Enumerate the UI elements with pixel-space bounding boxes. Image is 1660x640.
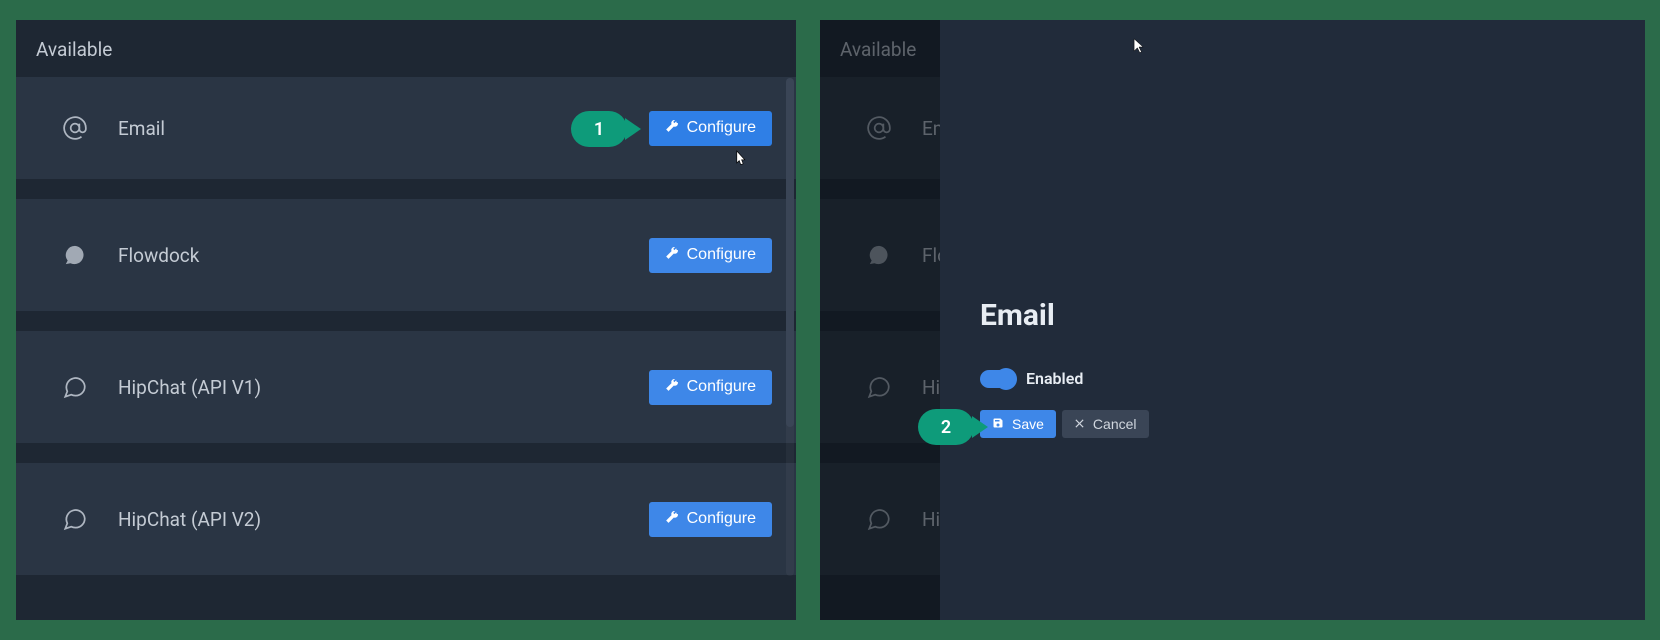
wrench-icon — [665, 510, 679, 529]
save-button[interactable]: Save — [980, 410, 1056, 438]
cancel-button[interactable]: Cancel — [1062, 410, 1149, 438]
chat-icon — [60, 372, 90, 402]
integration-row-flowdock: Flowdock Configure — [16, 199, 796, 311]
integration-name: Flowdock — [118, 244, 649, 267]
panel-available-step2: Available Email Flowdock HipChat (API V1… — [820, 20, 1645, 620]
wrench-icon — [665, 378, 679, 397]
chat-icon — [864, 504, 894, 534]
configure-button-email[interactable]: Configure — [649, 111, 772, 146]
integration-name: Email — [118, 117, 649, 140]
configure-button-hipchat-v2[interactable]: Configure — [649, 502, 772, 537]
callout-marker-1: 1 — [571, 111, 627, 147]
integration-name: HipChat (API V2) — [118, 508, 649, 531]
integration-row-hipchat-v2: HipChat (API V2) Configure — [16, 463, 796, 575]
at-icon — [864, 113, 894, 143]
scrollbar[interactable] — [786, 78, 794, 576]
panel-available-step1: Available Email Configure 1 — [16, 20, 796, 620]
integration-name: HipChat (API V1) — [118, 376, 649, 399]
enabled-toggle-row: Enabled — [980, 369, 1645, 388]
at-icon — [60, 113, 90, 143]
save-icon — [992, 416, 1004, 432]
flowdock-icon — [864, 240, 894, 270]
configure-button-flowdock[interactable]: Configure — [649, 238, 772, 273]
modal-title: Email — [980, 298, 1645, 333]
cursor-icon — [732, 149, 748, 169]
close-icon — [1074, 416, 1085, 432]
integration-row-email: Email Configure 1 — [16, 77, 796, 179]
scrollbar-thumb[interactable] — [786, 78, 794, 427]
configure-button-hipchat-v1[interactable]: Configure — [649, 370, 772, 405]
enabled-toggle[interactable] — [980, 370, 1016, 388]
modal-actions: Save Cancel 2 — [980, 410, 1645, 438]
section-header-available: Available — [16, 20, 796, 77]
integration-row-hipchat-v1: HipChat (API V1) Configure — [16, 331, 796, 443]
wrench-icon — [665, 246, 679, 265]
callout-marker-2: 2 — [918, 409, 974, 445]
toggle-knob — [995, 368, 1017, 390]
enabled-label: Enabled — [1026, 369, 1083, 388]
chat-icon — [864, 372, 894, 402]
flowdock-icon — [60, 240, 90, 270]
chat-icon — [60, 504, 90, 534]
wrench-icon — [665, 119, 679, 138]
email-config-modal: Email Enabled Save Cancel 2 — [940, 20, 1645, 620]
